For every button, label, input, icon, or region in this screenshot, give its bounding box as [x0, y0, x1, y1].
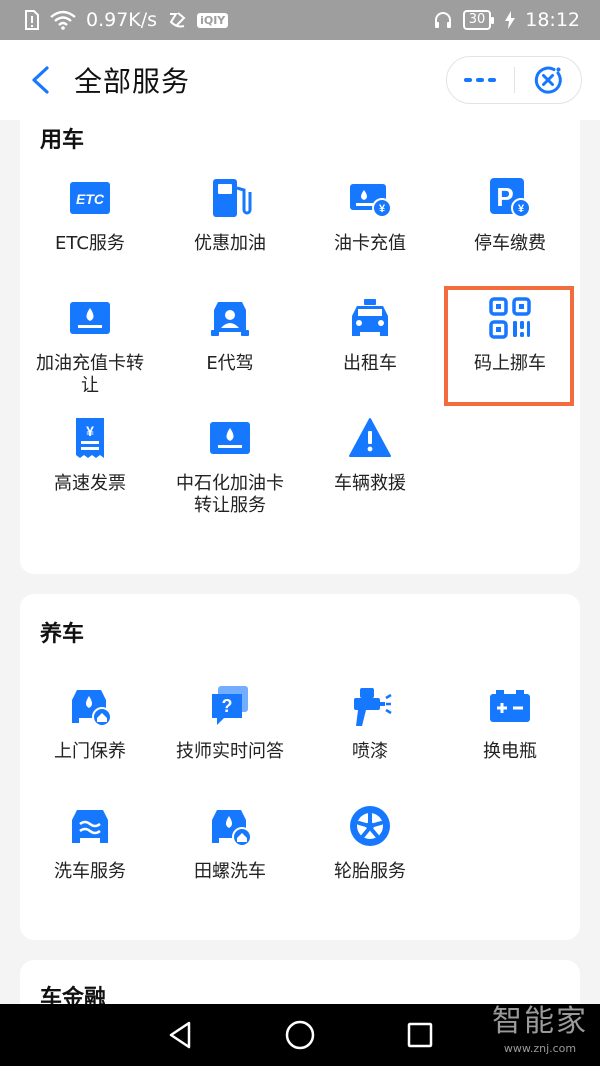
- section-title: 车金融: [40, 986, 107, 1004]
- section-title: 用车: [40, 128, 85, 153]
- svg-text:ETC: ETC: [76, 191, 105, 207]
- fuel-card-transfer-icon: [68, 296, 112, 340]
- svg-text:?: ?: [222, 696, 233, 716]
- designated-driver-icon: [208, 296, 252, 340]
- network-speed: 0.97K/s: [86, 9, 158, 31]
- fuel-card-recharge-icon: ¥: [348, 176, 392, 220]
- invoice-icon: ¥: [68, 416, 112, 460]
- more-icon: [464, 78, 497, 82]
- service-designated-driver[interactable]: E代驾: [160, 296, 300, 375]
- service-home-maintenance[interactable]: 上门保养: [20, 684, 160, 763]
- service-label: E代驾: [206, 353, 254, 374]
- sim-alert-icon: [24, 10, 40, 30]
- service-highway-invoice[interactable]: ¥ 高速发票: [20, 416, 160, 495]
- service-taxi[interactable]: 出租车: [300, 296, 440, 375]
- charging-icon: [505, 11, 516, 29]
- status-left: 0.97K/s iQIY: [24, 9, 229, 31]
- section-car-use: 用车 ETC ETC服务 优惠加油 ¥ 油卡充值 P ¥ 停车缴费 加油充值卡转…: [20, 120, 580, 574]
- service-label: 上门保养: [54, 741, 126, 762]
- nav-home-button[interactable]: [280, 1015, 320, 1055]
- service-label: 中石化加油卡转让服务: [176, 473, 284, 516]
- svg-text:¥: ¥: [518, 203, 525, 215]
- service-car-wash[interactable]: 洗车服务: [20, 804, 160, 883]
- warning-icon: [348, 416, 392, 460]
- tire-icon: [348, 804, 392, 848]
- service-spray-paint[interactable]: 喷漆: [300, 684, 440, 763]
- svg-text:¥: ¥: [86, 423, 94, 439]
- service-tianluo-car-wash[interactable]: 田螺洗车: [160, 804, 300, 883]
- more-button[interactable]: [447, 57, 514, 103]
- nav-back-button[interactable]: [160, 1015, 200, 1055]
- service-label: 洗车服务: [54, 861, 126, 882]
- service-label: 停车缴费: [474, 233, 546, 254]
- section-car-care: 养车 上门保养 ? 技师实时问答 喷漆 换电瓶 洗车服务 田螺洗车 轮胎服务: [20, 594, 580, 940]
- watermark: 智能家 www.znj.com: [492, 1002, 588, 1056]
- parking-fee-icon: P ¥: [488, 176, 532, 220]
- header: 全部服务: [0, 40, 600, 120]
- service-etc[interactable]: ETC ETC服务: [20, 176, 160, 255]
- service-label: 油卡充值: [334, 233, 406, 254]
- section-car-finance: 车金融: [20, 960, 580, 1004]
- service-vehicle-rescue[interactable]: 车辆救援: [300, 416, 440, 495]
- svg-text:¥: ¥: [379, 203, 386, 215]
- service-sinopec-card-transfer[interactable]: 中石化加油卡转让服务: [160, 416, 300, 517]
- close-mini-app-button[interactable]: [515, 57, 582, 103]
- iqiyi-icon: iQIY: [197, 12, 229, 28]
- service-label: 优惠加油: [194, 233, 266, 254]
- section-title: 养车: [40, 622, 85, 647]
- service-label: 技师实时问答: [176, 741, 284, 762]
- service-label: 车辆救援: [334, 473, 406, 494]
- watermark-url: www.znj.com: [503, 1042, 577, 1055]
- sinopec-card-transfer-icon: [208, 416, 252, 460]
- battery-icon: [488, 684, 532, 728]
- service-label: ETC服务: [55, 233, 125, 254]
- clock: 18:12: [525, 9, 580, 31]
- status-bar: 0.97K/s iQIY 30 18:12: [0, 0, 600, 40]
- service-parking-fee[interactable]: P ¥ 停车缴费: [440, 176, 580, 255]
- service-label: 高速发票: [54, 473, 126, 494]
- chevron-left-icon: [32, 66, 49, 94]
- service-label: 田螺洗车: [194, 861, 266, 882]
- watermark-logo: 智能家: [492, 1004, 588, 1039]
- page-title: 全部服务: [74, 65, 191, 98]
- circle-home-icon: [285, 1020, 315, 1050]
- question-chat-icon: ?: [208, 684, 252, 728]
- service-battery-replace[interactable]: 换电瓶: [440, 684, 580, 763]
- triangle-back-icon: [169, 1021, 191, 1049]
- taxi-icon: [348, 296, 392, 340]
- service-label: 喷漆: [352, 741, 388, 762]
- square-recents-icon: [407, 1022, 433, 1048]
- service-label: 加油充值卡转让: [36, 353, 144, 396]
- etc-icon: ETC: [68, 176, 112, 220]
- car-wash-icon: [68, 804, 112, 848]
- close-circle-icon: [534, 66, 562, 94]
- service-fuel-card-transfer[interactable]: 加油充值卡转让: [20, 296, 160, 397]
- status-right: 30 18:12: [433, 9, 580, 31]
- car-wash-home-icon: [208, 804, 252, 848]
- service-fuel-card-recharge[interactable]: ¥ 油卡充值: [300, 176, 440, 255]
- nav-recents-button[interactable]: [400, 1015, 440, 1055]
- wifi-icon: [50, 10, 76, 30]
- service-technician-qa[interactable]: ? 技师实时问答: [160, 684, 300, 763]
- service-tire[interactable]: 轮胎服务: [300, 804, 440, 883]
- battery-icon: 30: [462, 10, 494, 30]
- app-notification-icon: [167, 10, 187, 30]
- service-label: 换电瓶: [483, 741, 537, 762]
- headphone-icon: [433, 10, 453, 30]
- fuel-pump-icon: [208, 176, 252, 220]
- service-label: 出租车: [343, 353, 397, 374]
- service-label: 轮胎服务: [334, 861, 406, 882]
- service-fuel-discount[interactable]: 优惠加油: [160, 176, 300, 255]
- services-content[interactable]: 用车 ETC ETC服务 优惠加油 ¥ 油卡充值 P ¥ 停车缴费 加油充值卡转…: [0, 120, 600, 1004]
- back-button[interactable]: [20, 60, 60, 100]
- car-maintenance-home-icon: [68, 684, 112, 728]
- spray-gun-icon: [348, 684, 392, 728]
- mini-app-capsule: [446, 56, 582, 104]
- highlight-box: [444, 286, 574, 406]
